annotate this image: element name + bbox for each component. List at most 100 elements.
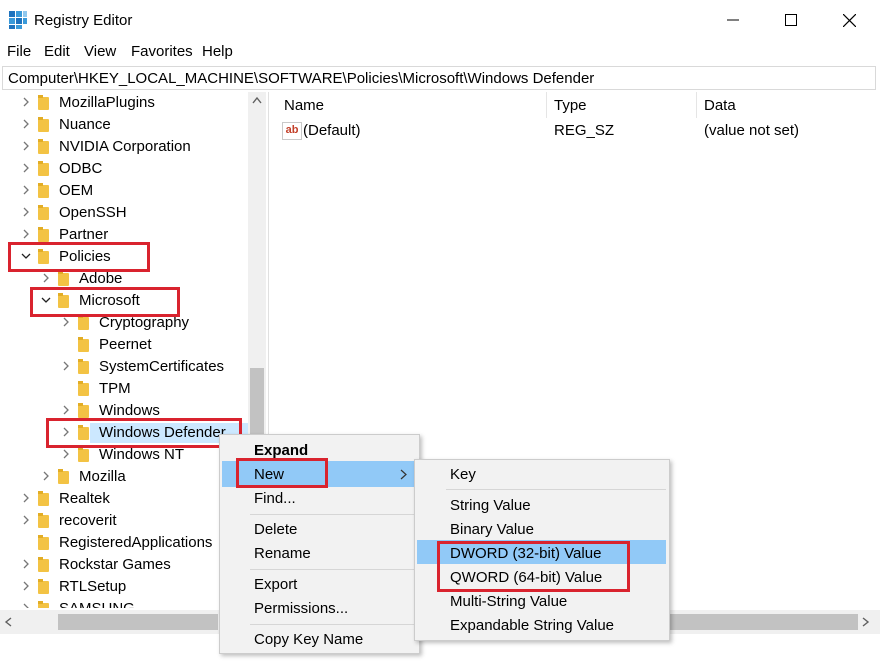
registry-editor-icon (8, 10, 28, 30)
address-bar[interactable]: Computer\HKEY_LOCAL_MACHINE\SOFTWARE\Pol… (2, 66, 876, 90)
chevron-right-icon[interactable] (20, 228, 32, 242)
folder-icon (38, 205, 49, 220)
value-row-default[interactable]: ab (Default) REG_SZ (value not set) (276, 118, 876, 142)
maximize-button[interactable] (762, 0, 820, 40)
tree-item-label: Rockstar Games (59, 556, 171, 573)
chevron-right-icon[interactable] (20, 514, 32, 528)
tree-item-label: OpenSSH (59, 204, 127, 221)
column-header-type[interactable]: Type (554, 97, 587, 114)
chevron-right-icon[interactable] (20, 184, 32, 198)
tree-item[interactable]: TPM (0, 378, 248, 400)
menu-favorites[interactable]: Favorites (131, 43, 193, 60)
scroll-left-icon[interactable] (4, 617, 12, 627)
menu-view[interactable]: View (84, 43, 116, 60)
tree-item-label: OEM (59, 182, 94, 199)
tree-item[interactable]: Realtek (0, 488, 248, 510)
close-button[interactable] (820, 0, 878, 40)
folder-icon (38, 95, 49, 110)
tree-item[interactable]: Peernet (0, 334, 248, 356)
tree-item-label: Mozilla (79, 468, 126, 485)
tree-item-label: SAMSUNG (59, 600, 135, 608)
tree-item-label: recoverit (59, 512, 117, 529)
chevron-right-icon[interactable] (20, 140, 32, 154)
menu-item-permissions[interactable]: Permissions... (254, 600, 348, 617)
submenu-item-string-value[interactable]: String Value (450, 497, 531, 514)
scroll-right-icon[interactable] (862, 617, 870, 627)
menu-item-copy-key-name[interactable]: Copy Key Name (254, 631, 363, 648)
tree-item-label: Windows NT (99, 446, 185, 463)
tree-item-label: Peernet (99, 336, 152, 353)
menu-item-expand[interactable]: Expand (254, 442, 308, 459)
menu-item-find[interactable]: Find... (254, 490, 296, 507)
tree-item-label: SystemCertificates (99, 358, 225, 375)
menu-item-export[interactable]: Export (254, 576, 297, 593)
column-divider[interactable] (696, 92, 697, 118)
annotation-box-policies (8, 242, 150, 272)
tree-item[interactable]: RTLSetup (0, 576, 248, 598)
value-name: (Default) (303, 122, 361, 139)
tree-item[interactable]: RegisteredApplications (0, 532, 248, 554)
value-type: REG_SZ (554, 122, 615, 139)
tree-item-label: RTLSetup (59, 578, 127, 595)
tree-item[interactable]: Mozilla (0, 466, 248, 488)
tree-item[interactable]: Nuance (0, 114, 248, 136)
chevron-right-icon[interactable] (20, 118, 32, 132)
string-value-icon: ab (282, 122, 302, 140)
chevron-right-icon[interactable] (60, 316, 72, 330)
menu-separator (446, 489, 666, 490)
chevron-right-icon[interactable] (20, 492, 32, 506)
chevron-right-icon[interactable] (20, 96, 32, 110)
column-header-name[interactable]: Name (284, 97, 324, 114)
window-title: Registry Editor (34, 12, 133, 29)
maximize-icon (785, 14, 797, 26)
tree-item[interactable]: SAMSUNG (0, 598, 248, 608)
submenu-item-multi-string-value[interactable]: Multi-String Value (450, 593, 567, 610)
tree-item[interactable]: Rockstar Games (0, 554, 248, 576)
menu-item-rename[interactable]: Rename (254, 545, 311, 562)
minimize-button[interactable] (704, 0, 762, 40)
chevron-right-icon[interactable] (20, 558, 32, 572)
tree-item-label: Nuance (59, 116, 111, 133)
chevron-right-icon[interactable] (20, 206, 32, 220)
chevron-right-icon[interactable] (60, 404, 72, 418)
column-divider[interactable] (546, 92, 547, 118)
folder-icon (38, 117, 49, 132)
folder-icon (78, 359, 89, 374)
tree-item[interactable]: MozillaPlugins (0, 92, 248, 114)
folder-icon (58, 469, 69, 484)
menu-edit[interactable]: Edit (44, 43, 70, 60)
tree-hscroll-thumb[interactable] (58, 614, 218, 630)
chevron-right-icon[interactable] (20, 602, 32, 608)
menu-help[interactable]: Help (202, 43, 233, 60)
submenu-item-key[interactable]: Key (450, 466, 476, 483)
chevron-right-icon[interactable] (60, 448, 72, 462)
tree-item[interactable]: OEM (0, 180, 248, 202)
tree-item-label: MozillaPlugins (59, 94, 155, 111)
list-hscroll-thumb[interactable] (668, 614, 858, 630)
chevron-right-icon[interactable] (20, 580, 32, 594)
chevron-right-icon[interactable] (60, 360, 72, 374)
tree-item[interactable]: OpenSSH (0, 202, 248, 224)
menu-file[interactable]: File (7, 43, 31, 60)
menu-item-delete[interactable]: Delete (254, 521, 297, 538)
scroll-up-icon[interactable] (252, 96, 262, 104)
chevron-right-icon[interactable] (40, 470, 52, 484)
annotation-box-microsoft (30, 287, 180, 317)
menu-bar: File Edit View Favorites Help (0, 40, 880, 64)
values-list-header: Name Type Data (276, 92, 880, 118)
folder-icon (38, 139, 49, 154)
folder-icon (38, 579, 49, 594)
tree-item[interactable]: SystemCertificates (0, 356, 248, 378)
tree-item[interactable]: recoverit (0, 510, 248, 532)
submenu-item-binary-value[interactable]: Binary Value (450, 521, 534, 538)
tree-item[interactable]: ODBC (0, 158, 248, 180)
folder-icon (38, 513, 49, 528)
submenu-item-expandable-string-value[interactable]: Expandable String Value (450, 617, 614, 634)
chevron-right-icon[interactable] (40, 272, 52, 286)
annotation-box-dword-qword (437, 541, 630, 592)
chevron-right-icon[interactable] (20, 162, 32, 176)
folder-icon (38, 557, 49, 572)
annotation-box-new (236, 458, 328, 488)
column-header-data[interactable]: Data (704, 97, 736, 114)
tree-item[interactable]: NVIDIA Corporation (0, 136, 248, 158)
